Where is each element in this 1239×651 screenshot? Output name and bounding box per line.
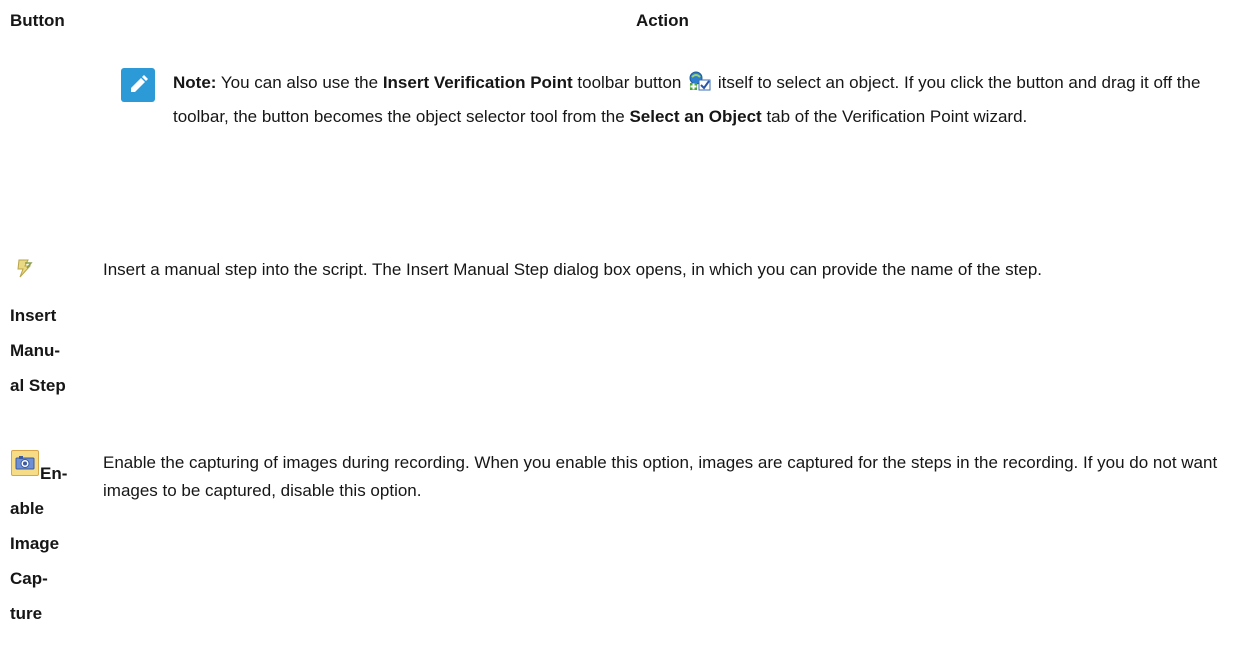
column-header-button: Button [10,11,65,30]
verification-point-icon [689,69,711,91]
note-text-part: You can also use the [216,73,383,92]
note-text-part: toolbar button [572,73,687,92]
note-text: Note: You can also use the Insert Verifi… [173,66,1225,133]
column-header-action: Action [636,11,689,30]
label-line: Cap- [10,569,48,588]
image-capture-icon [11,450,39,476]
document-page: Button Action Note: You can also use the… [0,0,1239,651]
note-text-part: tab of the Verification Point wizard. [761,106,1028,126]
label-line: al Step [10,376,66,395]
select-an-object-label: Select an Object [629,106,762,126]
insert-verification-point-label: Insert Verification Point [382,73,573,92]
label-line: Manu- [10,341,61,360]
note-label: Note: [173,73,217,92]
pencil-note-icon [121,68,155,102]
insert-manual-step-description: Insert a manual step into the script. Th… [103,260,1043,279]
enable-image-capture-label: able Image Cap- ture [10,491,90,631]
label-line: Image [10,534,60,553]
insert-manual-step-label: Insert Manu- al Step [10,298,90,403]
enable-image-capture-description: Enable the capturing of images during re… [103,453,1218,500]
label-line: ture [10,604,43,623]
manual-step-icon [13,257,35,279]
label-line: Insert [10,306,57,325]
label-line: able [10,499,45,518]
